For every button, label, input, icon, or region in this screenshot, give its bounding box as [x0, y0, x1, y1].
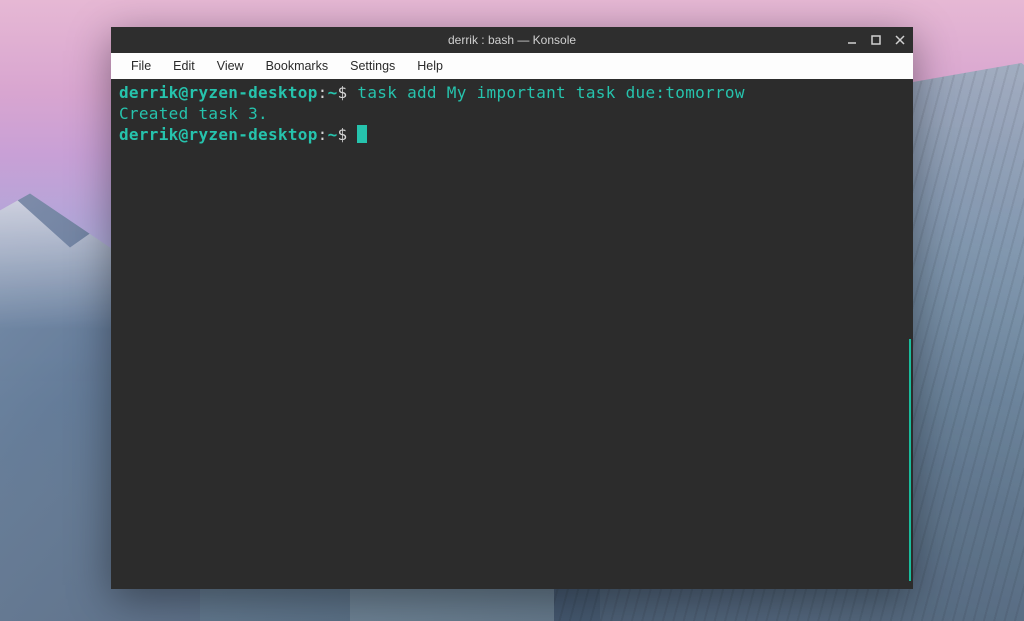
menu-settings[interactable]: Settings — [340, 56, 405, 76]
menu-file[interactable]: File — [121, 56, 161, 76]
menubar: File Edit View Bookmarks Settings Help — [111, 53, 913, 79]
window-title: derrik : bash — Konsole — [448, 33, 576, 47]
command-text: task add My important task due:tomorrow — [347, 83, 744, 102]
terminal-line-prompt: derrik@ryzen-desktop:~$ — [119, 125, 905, 146]
terminal-cursor — [357, 125, 367, 143]
terminal-body[interactable]: derrik@ryzen-desktop:~$ task add My impo… — [111, 79, 913, 589]
maximize-button[interactable] — [869, 33, 883, 47]
close-button[interactable] — [893, 33, 907, 47]
prompt-symbol: $ — [338, 125, 348, 144]
prompt-user-host: derrik@ryzen-desktop — [119, 125, 318, 144]
window-titlebar[interactable]: derrik : bash — Konsole — [111, 27, 913, 53]
terminal-line-input: derrik@ryzen-desktop:~$ task add My impo… — [119, 83, 905, 104]
scrollbar-indicator[interactable] — [909, 339, 911, 581]
terminal-line-output: Created task 3. — [119, 104, 905, 125]
menu-edit[interactable]: Edit — [163, 56, 205, 76]
menu-bookmarks[interactable]: Bookmarks — [256, 56, 339, 76]
prompt-symbol: $ — [338, 83, 348, 102]
menu-help[interactable]: Help — [407, 56, 453, 76]
window-controls — [845, 27, 907, 53]
prompt-path: ~ — [328, 125, 338, 144]
output-text: Created task 3. — [119, 104, 268, 123]
prompt-user-host: derrik@ryzen-desktop — [119, 83, 318, 102]
terminal-window: derrik : bash — Konsole File Edit View B… — [111, 27, 913, 589]
prompt-separator: : — [318, 125, 328, 144]
prompt-path: ~ — [328, 83, 338, 102]
menu-view[interactable]: View — [207, 56, 254, 76]
prompt-separator: : — [318, 83, 328, 102]
minimize-button[interactable] — [845, 33, 859, 47]
